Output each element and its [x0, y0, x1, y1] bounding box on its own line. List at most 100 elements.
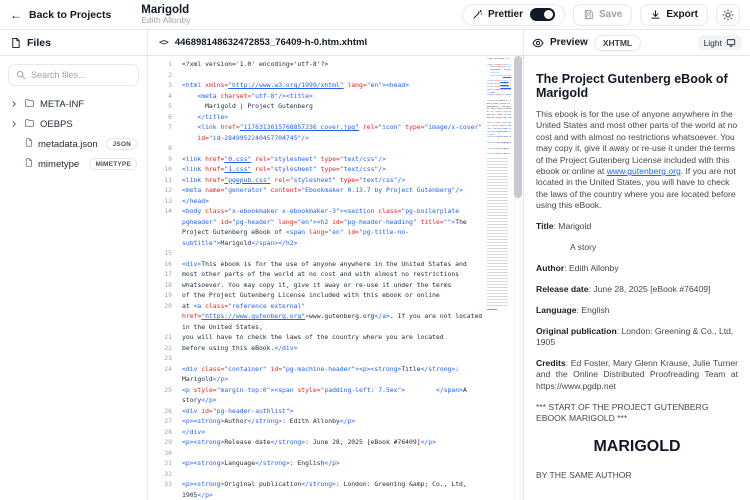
line-content — [182, 70, 485, 81]
editor-scrollbar-thumb[interactable] — [514, 56, 522, 198]
chevron-right-icon — [10, 120, 19, 128]
prettier-label: Prettier — [488, 9, 523, 20]
filetype-badge: MIMETYPE — [89, 158, 137, 170]
code-line[interactable]: 10<link href="1.css" rel="stylesheet" ty… — [148, 164, 485, 175]
preview-metadata-title: Title: Marigold — [536, 221, 738, 232]
search-input[interactable] — [31, 70, 131, 80]
chevron-right-icon — [10, 100, 19, 108]
line-content — [182, 143, 485, 154]
tab-xhtml[interactable]: XHTML — [594, 35, 641, 51]
code-line[interactable]: 19of the Project Gutenberg License inclu… — [148, 290, 485, 301]
code-line[interactable]: 26<div id="pg-header-authlist"> — [148, 406, 485, 417]
project-info: Marigold Edith Allonby — [141, 4, 190, 26]
code-line[interactable]: 25<p style="margin-top:0"><span style="p… — [148, 385, 485, 406]
code-line[interactable]: 32 — [148, 469, 485, 480]
line-content: <html xmlns="http://www.w3.org/1999/xhtm… — [182, 80, 485, 91]
code-line[interactable]: 23 — [148, 353, 485, 364]
preview-metadata-credits: Credits: Ed Foster, Mary Glenn Krause, J… — [536, 358, 738, 392]
eye-icon — [532, 37, 544, 49]
code-line[interactable]: 6</title> — [148, 112, 485, 123]
folder-icon — [24, 118, 35, 131]
code-line[interactable]: 33<p><strong>Original publication</stron… — [148, 479, 485, 500]
export-button[interactable]: Export — [640, 4, 708, 26]
editor-scrollbar[interactable] — [513, 56, 523, 500]
export-label: Export — [666, 9, 698, 20]
preview-theme-toggle[interactable]: Light — [698, 35, 742, 50]
file-label: META-INF — [40, 99, 137, 110]
code-line[interactable]: 22before using this eBook.</div> — [148, 343, 485, 354]
project-author: Edith Allonby — [141, 16, 190, 25]
line-content: most other parts of the world at no cost… — [182, 269, 485, 280]
sidebar-item-mimetype[interactable]: mimetype MIMETYPE — [6, 154, 141, 174]
theme-toggle-button[interactable] — [716, 4, 740, 26]
sidebar-item-metadata-json[interactable]: metadata.jsonJSON — [6, 134, 141, 154]
code-line[interactable]: 17most other parts of the world at no co… — [148, 269, 485, 280]
code-line[interactable]: 31<p><strong>Language</strong>: English<… — [148, 458, 485, 469]
file-label: mimetype — [38, 159, 84, 170]
file-label: OEBPS — [40, 119, 137, 130]
code-line[interactable]: 29<p><strong>Release date</strong>: June… — [148, 437, 485, 448]
search-icon — [16, 70, 26, 80]
code-line[interactable]: 12<meta name="generator" content="Ebookm… — [148, 185, 485, 196]
code-area[interactable]: 1<?xml version='1.0' encoding='utf-8'?>2… — [148, 56, 523, 500]
line-number: 13 — [148, 196, 172, 207]
back-to-projects-button[interactable]: ← Back to Projects — [10, 8, 111, 22]
sidebar-item-oebps[interactable]: OEBPS — [6, 114, 141, 134]
minimap[interactable]: <?xml version='1.0' encoding='utf-8'?><h… — [487, 58, 511, 310]
code-line[interactable]: 24 <div class="container" id="pg-machine-… — [148, 364, 485, 385]
code-line[interactable]: 2 — [148, 70, 485, 81]
code-line[interactable]: 4 <meta charset="utf-8"/><title> — [148, 91, 485, 102]
file-search-box — [8, 64, 139, 86]
line-content: Marigold | Project Gutenberg — [182, 101, 485, 112]
code-line[interactable]: 30 — [148, 448, 485, 459]
line-content: <meta name="generator" content="Ebookmak… — [182, 185, 485, 196]
line-content: <link href="1.css" rel="stylesheet" type… — [182, 164, 485, 175]
line-content: whatsoever. You may copy it, give it awa… — [182, 280, 485, 291]
line-content: </head> — [182, 196, 485, 207]
code-line[interactable]: 9<link href="0.css" rel="stylesheet" typ… — [148, 154, 485, 165]
code-line[interactable]: 18 whatsoever. You may copy it, give it a… — [148, 280, 485, 291]
code-icon: <> — [159, 38, 168, 48]
files-panel-title: Files — [27, 37, 51, 49]
preview-heading: The Project Gutenberg eBook of Marigold — [536, 72, 738, 100]
line-number: 1 — [148, 59, 172, 70]
save-icon — [583, 9, 594, 20]
line-number: 24 — [148, 364, 172, 385]
line-number: 29 — [148, 437, 172, 448]
prettier-toggle-button[interactable]: Prettier — [462, 4, 565, 26]
line-number: 4 — [148, 91, 172, 102]
line-number: 21 — [148, 332, 172, 343]
tab-preview[interactable]: Preview — [550, 37, 588, 48]
code-line[interactable]: 3<html xmlns="http://www.w3.org/1999/xht… — [148, 80, 485, 91]
code-line[interactable]: 7<link href="1176313615768857236_cover.j… — [148, 122, 485, 143]
line-number: 31 — [148, 458, 172, 469]
line-number: 16 — [148, 259, 172, 270]
monitor-icon — [726, 38, 736, 48]
line-content: <meta charset="utf-8"/><title> — [182, 91, 485, 102]
code-line[interactable]: 14<body class="x-ebookmaker x-ebookmaker… — [148, 206, 485, 248]
file-icon — [24, 137, 33, 151]
code-line[interactable]: 27<p><strong>Author</strong>: Edith Allo… — [148, 416, 485, 427]
code-line[interactable]: 5Marigold | Project Gutenberg — [148, 101, 485, 112]
line-number: 26 — [148, 406, 172, 417]
line-number: 11 — [148, 175, 172, 186]
code-line[interactable]: 16<div>This ebook is for the use of anyo… — [148, 259, 485, 270]
code-line[interactable]: 15 — [148, 248, 485, 259]
code-line[interactable]: 1<?xml version='1.0' encoding='utf-8'?> — [148, 59, 485, 70]
line-content: you will have to check the laws of the c… — [182, 332, 485, 343]
code-line[interactable]: 21 you will have to check the laws of the… — [148, 332, 485, 343]
line-content — [182, 353, 485, 364]
code-line[interactable]: 13 </head> — [148, 196, 485, 207]
line-number: 33 — [148, 479, 172, 500]
code-line[interactable]: 8 — [148, 143, 485, 154]
line-content: <div class="container" id="pg-machine-he… — [182, 364, 485, 385]
gutenberg-link[interactable]: www.gutenberg.org — [607, 166, 681, 176]
line-content: </title> — [182, 112, 485, 123]
prettier-switch[interactable] — [530, 8, 555, 21]
line-number: 18 — [148, 280, 172, 291]
save-button[interactable]: Save — [573, 4, 632, 26]
code-line[interactable]: 11<link href="pgepub.css" rel="styleshee… — [148, 175, 485, 186]
code-line[interactable]: 28</div> — [148, 427, 485, 438]
sidebar-item-meta-inf[interactable]: META-INF — [6, 94, 141, 114]
code-line[interactable]: 20at <a class="reference external" href=… — [148, 301, 485, 333]
